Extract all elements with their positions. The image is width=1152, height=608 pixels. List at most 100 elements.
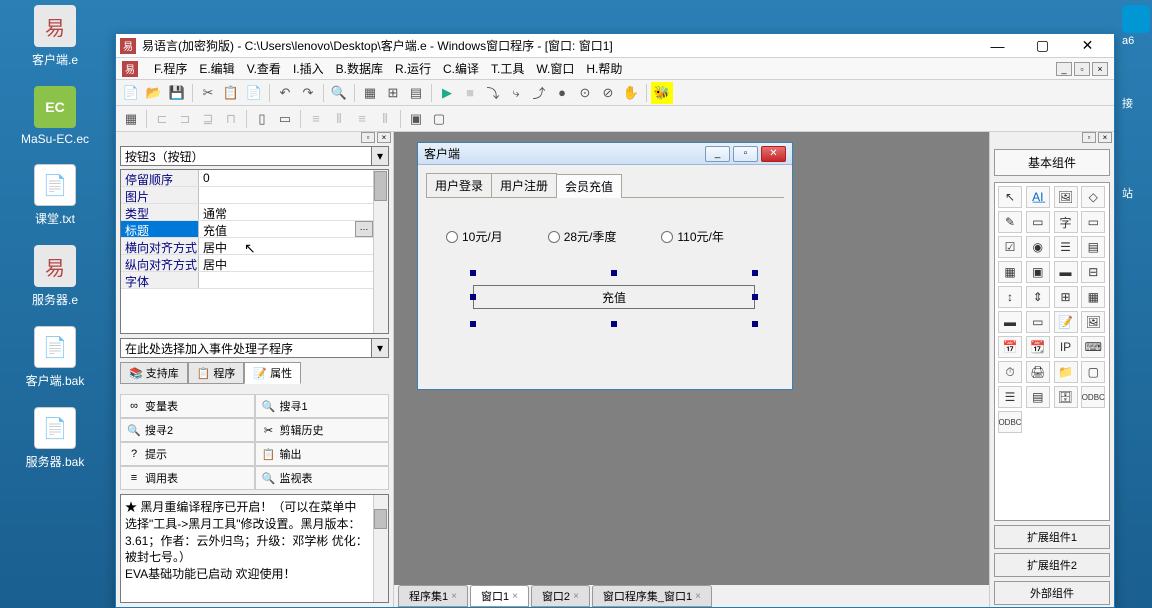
tool-listview[interactable]: ▦ [1081, 286, 1105, 308]
form-titlebar[interactable]: 客户端 _ ▫ ✕ [418, 143, 792, 165]
property-row[interactable]: 标题充值… [121, 221, 373, 238]
desktop-icon[interactable]: 📄客户端.bak [10, 326, 100, 389]
tool-tab[interactable]: ▣ [1026, 261, 1050, 283]
tool-timer[interactable]: ⏱ [998, 361, 1022, 383]
run-icon[interactable]: ▶ [436, 82, 458, 104]
find-icon[interactable]: 🔍 [328, 82, 350, 104]
mdi-restore[interactable]: ▫ [1074, 62, 1090, 76]
tool-image[interactable]: 🖼 [1081, 311, 1105, 333]
tool-popup[interactable]: ▤ [1026, 386, 1050, 408]
selection-handle[interactable] [611, 321, 617, 327]
panel-dock-icon[interactable]: ▫ [1082, 132, 1096, 143]
grid-icon[interactable]: ▦ [120, 108, 142, 130]
tool-tab[interactable]: 🔍搜寻1 [255, 394, 390, 418]
center-icon[interactable]: ▢ [428, 108, 450, 130]
panel-close-icon[interactable]: × [377, 132, 391, 143]
tool-tab[interactable]: ∞变量表 [120, 394, 255, 418]
tool-db[interactable]: 🗄 [1054, 386, 1078, 408]
property-value[interactable]: 0 [199, 170, 373, 186]
tool-odbc[interactable]: ODBC [1081, 386, 1105, 408]
spacing-icon[interactable]: ≡ [351, 108, 373, 130]
selection-handle[interactable] [470, 321, 476, 327]
tool-tab[interactable]: ✂剪辑历史 [255, 418, 390, 442]
tool-edit[interactable]: ✎ [998, 211, 1022, 233]
property-row[interactable]: 纵向对齐方式居中 [121, 255, 373, 272]
distribute-icon[interactable]: ▯ [251, 108, 273, 130]
layout-icon[interactable]: ▤ [405, 82, 427, 104]
menu-help[interactable]: H.帮助 [580, 58, 628, 79]
tab-properties[interactable]: 📝 属性 [244, 362, 301, 384]
tool-tab[interactable]: ≡调用表 [120, 466, 255, 490]
bee-icon[interactable]: 🐝 [651, 82, 673, 104]
tool-combo[interactable]: ▤ [1081, 236, 1105, 258]
mdi-close[interactable]: × [1092, 62, 1108, 76]
selection-handle[interactable] [752, 270, 758, 276]
tool-spin[interactable]: ⇕ [1026, 286, 1050, 308]
menu-insert[interactable]: I.插入 [287, 58, 330, 79]
form-close-icon[interactable]: ✕ [761, 146, 786, 162]
tab-login[interactable]: 用户登录 [426, 173, 492, 197]
breakpoint-clear-icon[interactable]: ⊘ [597, 82, 619, 104]
property-row[interactable]: 横向对齐方式居中 [121, 238, 373, 255]
property-value[interactable] [199, 272, 373, 288]
tab-close-icon[interactable]: × [512, 591, 518, 602]
close-button[interactable]: ✕ [1065, 35, 1110, 57]
menu-compile[interactable]: C.编译 [437, 58, 485, 79]
step-into-icon[interactable]: ⤷ [505, 82, 527, 104]
tool-grid[interactable]: ▦ [998, 261, 1022, 283]
selection-handle[interactable] [752, 294, 758, 300]
desktop-icon[interactable]: a6 [1122, 5, 1152, 65]
copy-icon[interactable]: 📋 [220, 82, 242, 104]
desktop-icon[interactable]: 站 [1122, 185, 1152, 245]
tab-close-icon[interactable]: × [573, 591, 579, 602]
tab-register[interactable]: 用户注册 [491, 173, 557, 197]
center-icon[interactable]: ▣ [405, 108, 427, 130]
doc-tab[interactable]: 程序集1× [398, 585, 468, 607]
tab-close-icon[interactable]: × [451, 591, 457, 602]
desktop-icon[interactable]: 接 [1122, 95, 1152, 155]
doc-tab[interactable]: 窗口2× [531, 585, 590, 607]
dropdown-icon[interactable]: ▾ [372, 146, 389, 166]
radio-yearly[interactable]: 110元/年 [661, 228, 723, 245]
selection-handle[interactable] [470, 270, 476, 276]
tool-list[interactable]: ☰ [1054, 236, 1078, 258]
scrollbar[interactable] [373, 495, 388, 602]
tool-richtext[interactable]: 📝 [1054, 311, 1078, 333]
property-value[interactable] [199, 187, 373, 203]
tool-button[interactable]: ▭ [1026, 211, 1050, 233]
tool-tab[interactable]: 📋输出 [255, 442, 390, 466]
panel-close-icon[interactable]: × [1098, 132, 1112, 143]
toolbox-ext1-button[interactable]: 扩展组件1 [994, 525, 1110, 549]
tool-date[interactable]: 📅 [998, 336, 1022, 358]
form-minimize-icon[interactable]: _ [705, 146, 730, 162]
distribute-icon[interactable]: ▭ [274, 108, 296, 130]
spacing-icon[interactable]: ⫴ [328, 108, 350, 130]
toolbox-external-button[interactable]: 外部组件 [994, 581, 1110, 605]
object-select[interactable]: 按钮3（按钮） [120, 146, 372, 166]
property-value[interactable]: 居中 [199, 255, 373, 271]
layout-icon[interactable]: ▦ [359, 82, 381, 104]
tool-tab[interactable]: 🔍监视表 [255, 466, 390, 490]
tool-tab[interactable]: ?提示 [120, 442, 255, 466]
selection-handle[interactable] [752, 321, 758, 327]
spacing-icon[interactable]: ≡ [305, 108, 327, 130]
form-maximize-icon[interactable]: ▫ [733, 146, 758, 162]
tab-program[interactable]: 📋 程序 [188, 362, 245, 384]
menu-run[interactable]: R.运行 [389, 58, 437, 79]
spacing-icon[interactable]: ⫴ [374, 108, 396, 130]
designer-area[interactable]: 客户端 _ ▫ ✕ 用户登录 用户注册 会员充值 10元/月 [394, 132, 989, 607]
align-top-icon[interactable]: ⊓ [220, 108, 242, 130]
tool-hotkey[interactable]: ⌨ [1081, 336, 1105, 358]
align-right-icon[interactable]: ⊒ [197, 108, 219, 130]
tool-tree[interactable]: ⊞ [1054, 286, 1078, 308]
ellipsis-button[interactable]: … [355, 221, 373, 237]
tool-toolbar[interactable]: ▬ [998, 311, 1022, 333]
scrollbar[interactable] [373, 170, 388, 333]
mdi-minimize[interactable]: _ [1056, 62, 1072, 76]
cut-icon[interactable]: ✂ [197, 82, 219, 104]
desktop-icon[interactable]: 易客户端.e [10, 5, 100, 68]
step-out-icon[interactable]: ⤴ [528, 82, 550, 104]
tool-month[interactable]: 📆 [1026, 336, 1050, 358]
titlebar[interactable]: 易 易语言(加密狗版) - C:\Users\lenovo\Desktop\客户… [116, 34, 1114, 58]
new-icon[interactable]: 📄 [120, 82, 142, 104]
